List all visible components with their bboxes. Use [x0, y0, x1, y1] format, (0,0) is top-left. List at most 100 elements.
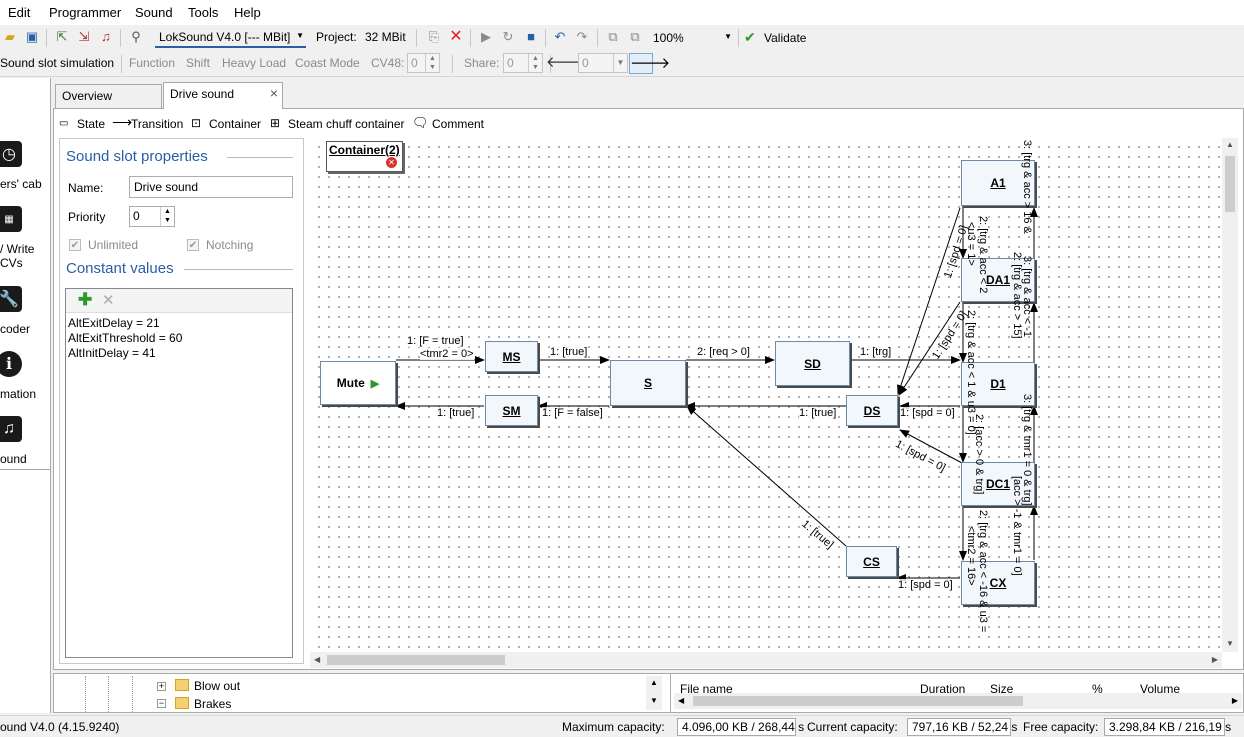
- align-icon[interactable]: ⧉: [605, 29, 621, 45]
- list-item[interactable]: AltExitDelay = 21: [68, 316, 182, 331]
- state-diagram-canvas[interactable]: Container(2) ✕ Mute ▶ MS SM S SD DS CS A…: [310, 138, 1238, 652]
- chevron-right-icon[interactable]: ▶: [1212, 655, 1218, 664]
- scroll-thumb[interactable]: [1225, 156, 1235, 212]
- steam-container-tool[interactable]: Steam chuff container: [288, 117, 405, 131]
- play-icon[interactable]: ▶: [478, 29, 494, 45]
- zoom-select[interactable]: 100% ▼: [650, 28, 736, 48]
- cv48-spinner[interactable]: 0 ▲ ▼: [407, 53, 440, 73]
- container-node[interactable]: Container(2) ✕: [326, 141, 403, 172]
- state-mute[interactable]: Mute ▶: [320, 361, 396, 405]
- chevron-down-icon[interactable]: ▼: [650, 696, 658, 705]
- sound-export-icon[interactable]: ♫: [98, 29, 114, 45]
- shift-button[interactable]: Shift: [186, 56, 210, 70]
- vertical-scrollbar[interactable]: ▲ ▼: [1222, 138, 1238, 652]
- chevron-right-icon[interactable]: ▶: [1232, 696, 1238, 705]
- remove-icon[interactable]: ✕: [102, 291, 115, 309]
- cv-icon[interactable]: ▦: [0, 206, 22, 232]
- close-icon[interactable]: ×: [270, 85, 278, 101]
- list-item[interactable]: AltExitThreshold = 60: [68, 331, 182, 346]
- nav-item-cvs[interactable]: / Write CVs: [0, 242, 34, 270]
- menu-programmer[interactable]: Programmer: [49, 5, 121, 20]
- expand-icon[interactable]: +: [157, 682, 166, 691]
- tab-label: Overview: [62, 89, 113, 103]
- state-sm[interactable]: SM: [485, 395, 538, 426]
- notching-checkbox[interactable]: ✔: [187, 239, 199, 251]
- export-icon[interactable]: ⇲: [76, 29, 92, 45]
- edge-label: 1: [true]: [799, 407, 837, 419]
- edge-label: <tmr2 = 0>: [420, 348, 474, 360]
- coast-mode-button[interactable]: Coast Mode: [295, 56, 360, 70]
- clock-icon[interactable]: ◷: [0, 141, 22, 167]
- state-label: DC1: [985, 477, 1010, 491]
- menu-help[interactable]: Help: [234, 5, 261, 20]
- share-spinner[interactable]: 0 ▲ ▼: [503, 53, 543, 73]
- nav-item-decoder[interactable]: coder: [0, 322, 30, 336]
- chevron-left-icon[interactable]: ◀: [314, 655, 320, 664]
- heavy-load-button[interactable]: Heavy Load: [222, 56, 286, 70]
- collapse-icon[interactable]: −: [157, 699, 166, 708]
- music-icon[interactable]: ♫: [0, 416, 22, 442]
- scroll-thumb[interactable]: [693, 696, 1023, 706]
- spinner-arrows-icon[interactable]: ▲ ▼: [528, 54, 542, 72]
- transition-tool[interactable]: Transition: [131, 117, 183, 131]
- undo-icon[interactable]: ↶: [552, 29, 568, 45]
- wrench-icon[interactable]: 🔧: [0, 286, 22, 312]
- info-icon[interactable]: ℹ: [0, 351, 22, 377]
- state-ms[interactable]: MS: [485, 341, 538, 372]
- nav-item-cab[interactable]: ers' cab: [0, 177, 42, 191]
- validate-button[interactable]: ✔ Validate: [744, 28, 810, 48]
- state-s[interactable]: S: [610, 360, 686, 406]
- priority-spinner[interactable]: 0 ▲ ▼: [129, 206, 175, 227]
- spinner-arrows-icon[interactable]: ▲ ▼: [425, 54, 439, 72]
- tree-item-blow-out[interactable]: Blow out: [194, 679, 240, 693]
- redo-icon[interactable]: ↷: [574, 29, 590, 45]
- files-hscroll[interactable]: ◀ ▶: [674, 693, 1242, 709]
- container-icon: ⊡: [191, 116, 202, 130]
- error-icon: ✕: [386, 157, 397, 168]
- tab-overview[interactable]: Overview: [55, 84, 162, 108]
- open-folder-icon[interactable]: ▰: [2, 29, 18, 45]
- state-sd[interactable]: SD: [775, 341, 850, 386]
- tree-scrollbar[interactable]: ▲ ▼: [646, 676, 662, 710]
- nav-item-sound[interactable]: ound: [0, 452, 27, 466]
- copy-icon[interactable]: ⎘: [426, 29, 442, 45]
- edge-label: 2: [acc > 0 & trg]: [973, 414, 985, 495]
- add-icon[interactable]: ✚: [78, 290, 92, 310]
- list-item[interactable]: AltInitDelay = 41: [68, 346, 182, 361]
- decoder-select[interactable]: LokSound V4.0 [--- MBit] ▼: [155, 28, 306, 48]
- chevron-down-icon[interactable]: ▼: [1226, 639, 1234, 648]
- name-input[interactable]: Drive sound: [129, 176, 293, 198]
- container-tool[interactable]: Container: [209, 117, 261, 131]
- state-cs[interactable]: CS: [846, 546, 897, 577]
- chevron-up-icon[interactable]: ▲: [1226, 140, 1234, 149]
- chevron-left-icon[interactable]: ◀: [678, 696, 684, 705]
- wizard-icon[interactable]: ⚲: [128, 29, 144, 45]
- tab-drive-sound[interactable]: Drive sound ×: [163, 82, 283, 109]
- chevron-up-icon[interactable]: ▲: [650, 678, 658, 687]
- distribute-icon[interactable]: ⧉: [627, 29, 643, 45]
- arrow-left-icon[interactable]: 🡐: [546, 55, 586, 71]
- save-icon[interactable]: ▣: [24, 29, 40, 45]
- state-tool[interactable]: State: [77, 117, 105, 131]
- arrow-right-icon[interactable]: 🡒: [629, 53, 670, 74]
- menu-edit[interactable]: Edit: [8, 5, 30, 20]
- comment-tool[interactable]: Comment: [432, 117, 484, 131]
- menu-sound[interactable]: Sound: [135, 5, 173, 20]
- menu-tools[interactable]: Tools: [188, 5, 218, 20]
- spinner-arrows-icon[interactable]: ▲ ▼: [160, 207, 174, 226]
- state-ds[interactable]: DS: [846, 395, 898, 426]
- nav-select[interactable]: 0 ▼: [578, 53, 628, 73]
- horizontal-scrollbar[interactable]: ◀ ▶: [310, 652, 1222, 668]
- scroll-thumb[interactable]: [327, 655, 505, 665]
- delete-icon[interactable]: ✕: [448, 29, 464, 45]
- import-icon[interactable]: ⇱: [54, 29, 70, 45]
- tree-guide: [108, 676, 109, 712]
- stop-icon[interactable]: ■: [523, 29, 539, 45]
- separator: [121, 55, 122, 73]
- tree-item-brakes[interactable]: Brakes: [194, 697, 231, 711]
- function-button[interactable]: Function: [129, 56, 175, 70]
- state-label: D1: [990, 377, 1006, 391]
- reload-icon[interactable]: ↻: [500, 29, 516, 45]
- unlimited-checkbox[interactable]: ✔: [69, 239, 81, 251]
- nav-item-information[interactable]: mation: [0, 387, 36, 401]
